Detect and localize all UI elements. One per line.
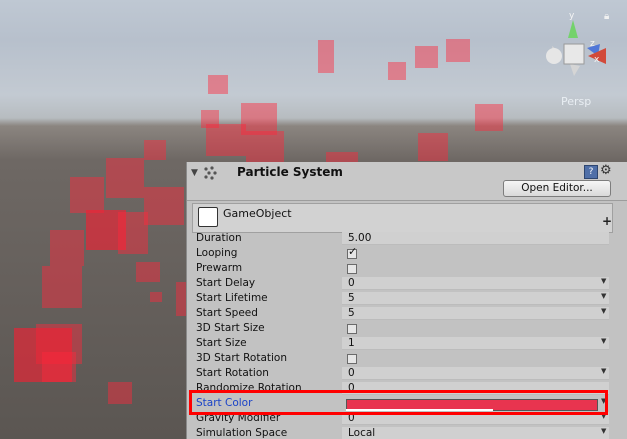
property-row: Start Rotation 0 ▼ xyxy=(192,366,611,381)
highlight-box xyxy=(189,390,608,415)
property-row: Start Delay 0 ▼ xyxy=(192,276,611,291)
gizmo-x-label: x xyxy=(594,55,600,65)
particle xyxy=(446,39,470,62)
particle xyxy=(475,104,503,131)
property-value-field[interactable]: 0 xyxy=(342,277,609,290)
module-header[interactable]: GameObject + xyxy=(192,203,613,233)
component-title: Particle System xyxy=(237,165,343,179)
dropdown-arrow-icon[interactable]: ▼ xyxy=(601,337,606,345)
property-row: 3D Start Size xyxy=(192,321,611,336)
property-row: Looping xyxy=(192,245,611,261)
property-label: Start Rotation xyxy=(196,367,269,379)
property-checkbox[interactable] xyxy=(347,245,357,259)
dropdown-arrow-icon[interactable]: ▼ xyxy=(601,427,606,435)
particle xyxy=(144,140,166,160)
particle xyxy=(70,177,104,213)
property-row: Start Size 1 ▼ xyxy=(192,336,611,351)
particle xyxy=(208,75,228,94)
open-editor-button[interactable]: Open Editor... xyxy=(503,180,611,197)
dropdown-arrow-icon[interactable]: ▼ xyxy=(601,292,606,300)
property-row: Simulation Space Local ▼ xyxy=(192,426,611,439)
property-label: Simulation Space xyxy=(196,427,288,439)
property-row: Duration 5.00 xyxy=(192,231,611,246)
property-label: Duration xyxy=(196,232,242,244)
gameobject-swatch xyxy=(198,207,218,227)
property-value-field[interactable]: 1 xyxy=(342,337,609,350)
particle xyxy=(118,212,148,254)
add-module-icon[interactable]: + xyxy=(602,214,612,228)
property-label: Start Delay xyxy=(196,277,256,289)
particle xyxy=(106,158,144,198)
property-row: Start Lifetime 5 ▼ xyxy=(192,291,611,306)
particle xyxy=(50,230,84,266)
property-label: Prewarm xyxy=(196,262,243,274)
property-row: Prewarm xyxy=(192,261,611,276)
gizmo-z-label: z xyxy=(590,39,595,49)
property-value-field[interactable]: 5 xyxy=(342,307,609,320)
particle xyxy=(136,262,160,282)
particle xyxy=(246,131,284,163)
property-checkbox[interactable] xyxy=(347,354,357,364)
property-value-field[interactable]: 5.00 xyxy=(342,232,609,245)
view-mode-label[interactable]: Persp xyxy=(561,95,591,108)
particle xyxy=(150,292,162,302)
property-value-field[interactable]: 5 xyxy=(342,292,609,305)
property-checkbox[interactable] xyxy=(347,264,357,274)
particle xyxy=(108,382,132,404)
dropdown-arrow-icon[interactable]: ▼ xyxy=(601,277,606,285)
particle xyxy=(318,40,334,73)
particle-system-icon xyxy=(204,166,217,180)
dropdown-arrow-icon[interactable]: ▼ xyxy=(601,307,606,315)
particle xyxy=(144,187,184,225)
property-label: Start Size xyxy=(196,337,247,349)
gear-icon[interactable]: ⚙ xyxy=(600,163,612,178)
foldout-arrow-icon[interactable]: ▼ xyxy=(191,168,198,178)
particle xyxy=(418,133,448,161)
particle xyxy=(42,266,82,308)
particle xyxy=(415,46,438,68)
module-name: GameObject xyxy=(223,207,292,220)
property-label: Looping xyxy=(196,247,238,259)
property-value-field[interactable]: Local xyxy=(342,427,609,439)
property-label: Start Lifetime xyxy=(196,292,268,304)
property-row: Start Speed 5 ▼ xyxy=(192,306,611,321)
property-checkbox[interactable] xyxy=(347,324,357,334)
help-icon[interactable]: ? xyxy=(584,165,598,179)
gizmo-y-label: y xyxy=(569,11,575,21)
dropdown-arrow-icon[interactable]: ▼ xyxy=(601,367,606,375)
property-label: 3D Start Rotation xyxy=(196,352,288,364)
component-header: ▼ Particle System ? ⚙ Open Editor... xyxy=(187,162,627,201)
particle xyxy=(42,352,76,382)
particle xyxy=(206,124,246,156)
property-label: 3D Start Size xyxy=(196,322,265,334)
property-value-field[interactable]: 0 xyxy=(342,367,609,380)
property-row: 3D Start Rotation xyxy=(192,351,611,366)
particle xyxy=(388,62,406,80)
property-label: Start Speed xyxy=(196,307,258,319)
